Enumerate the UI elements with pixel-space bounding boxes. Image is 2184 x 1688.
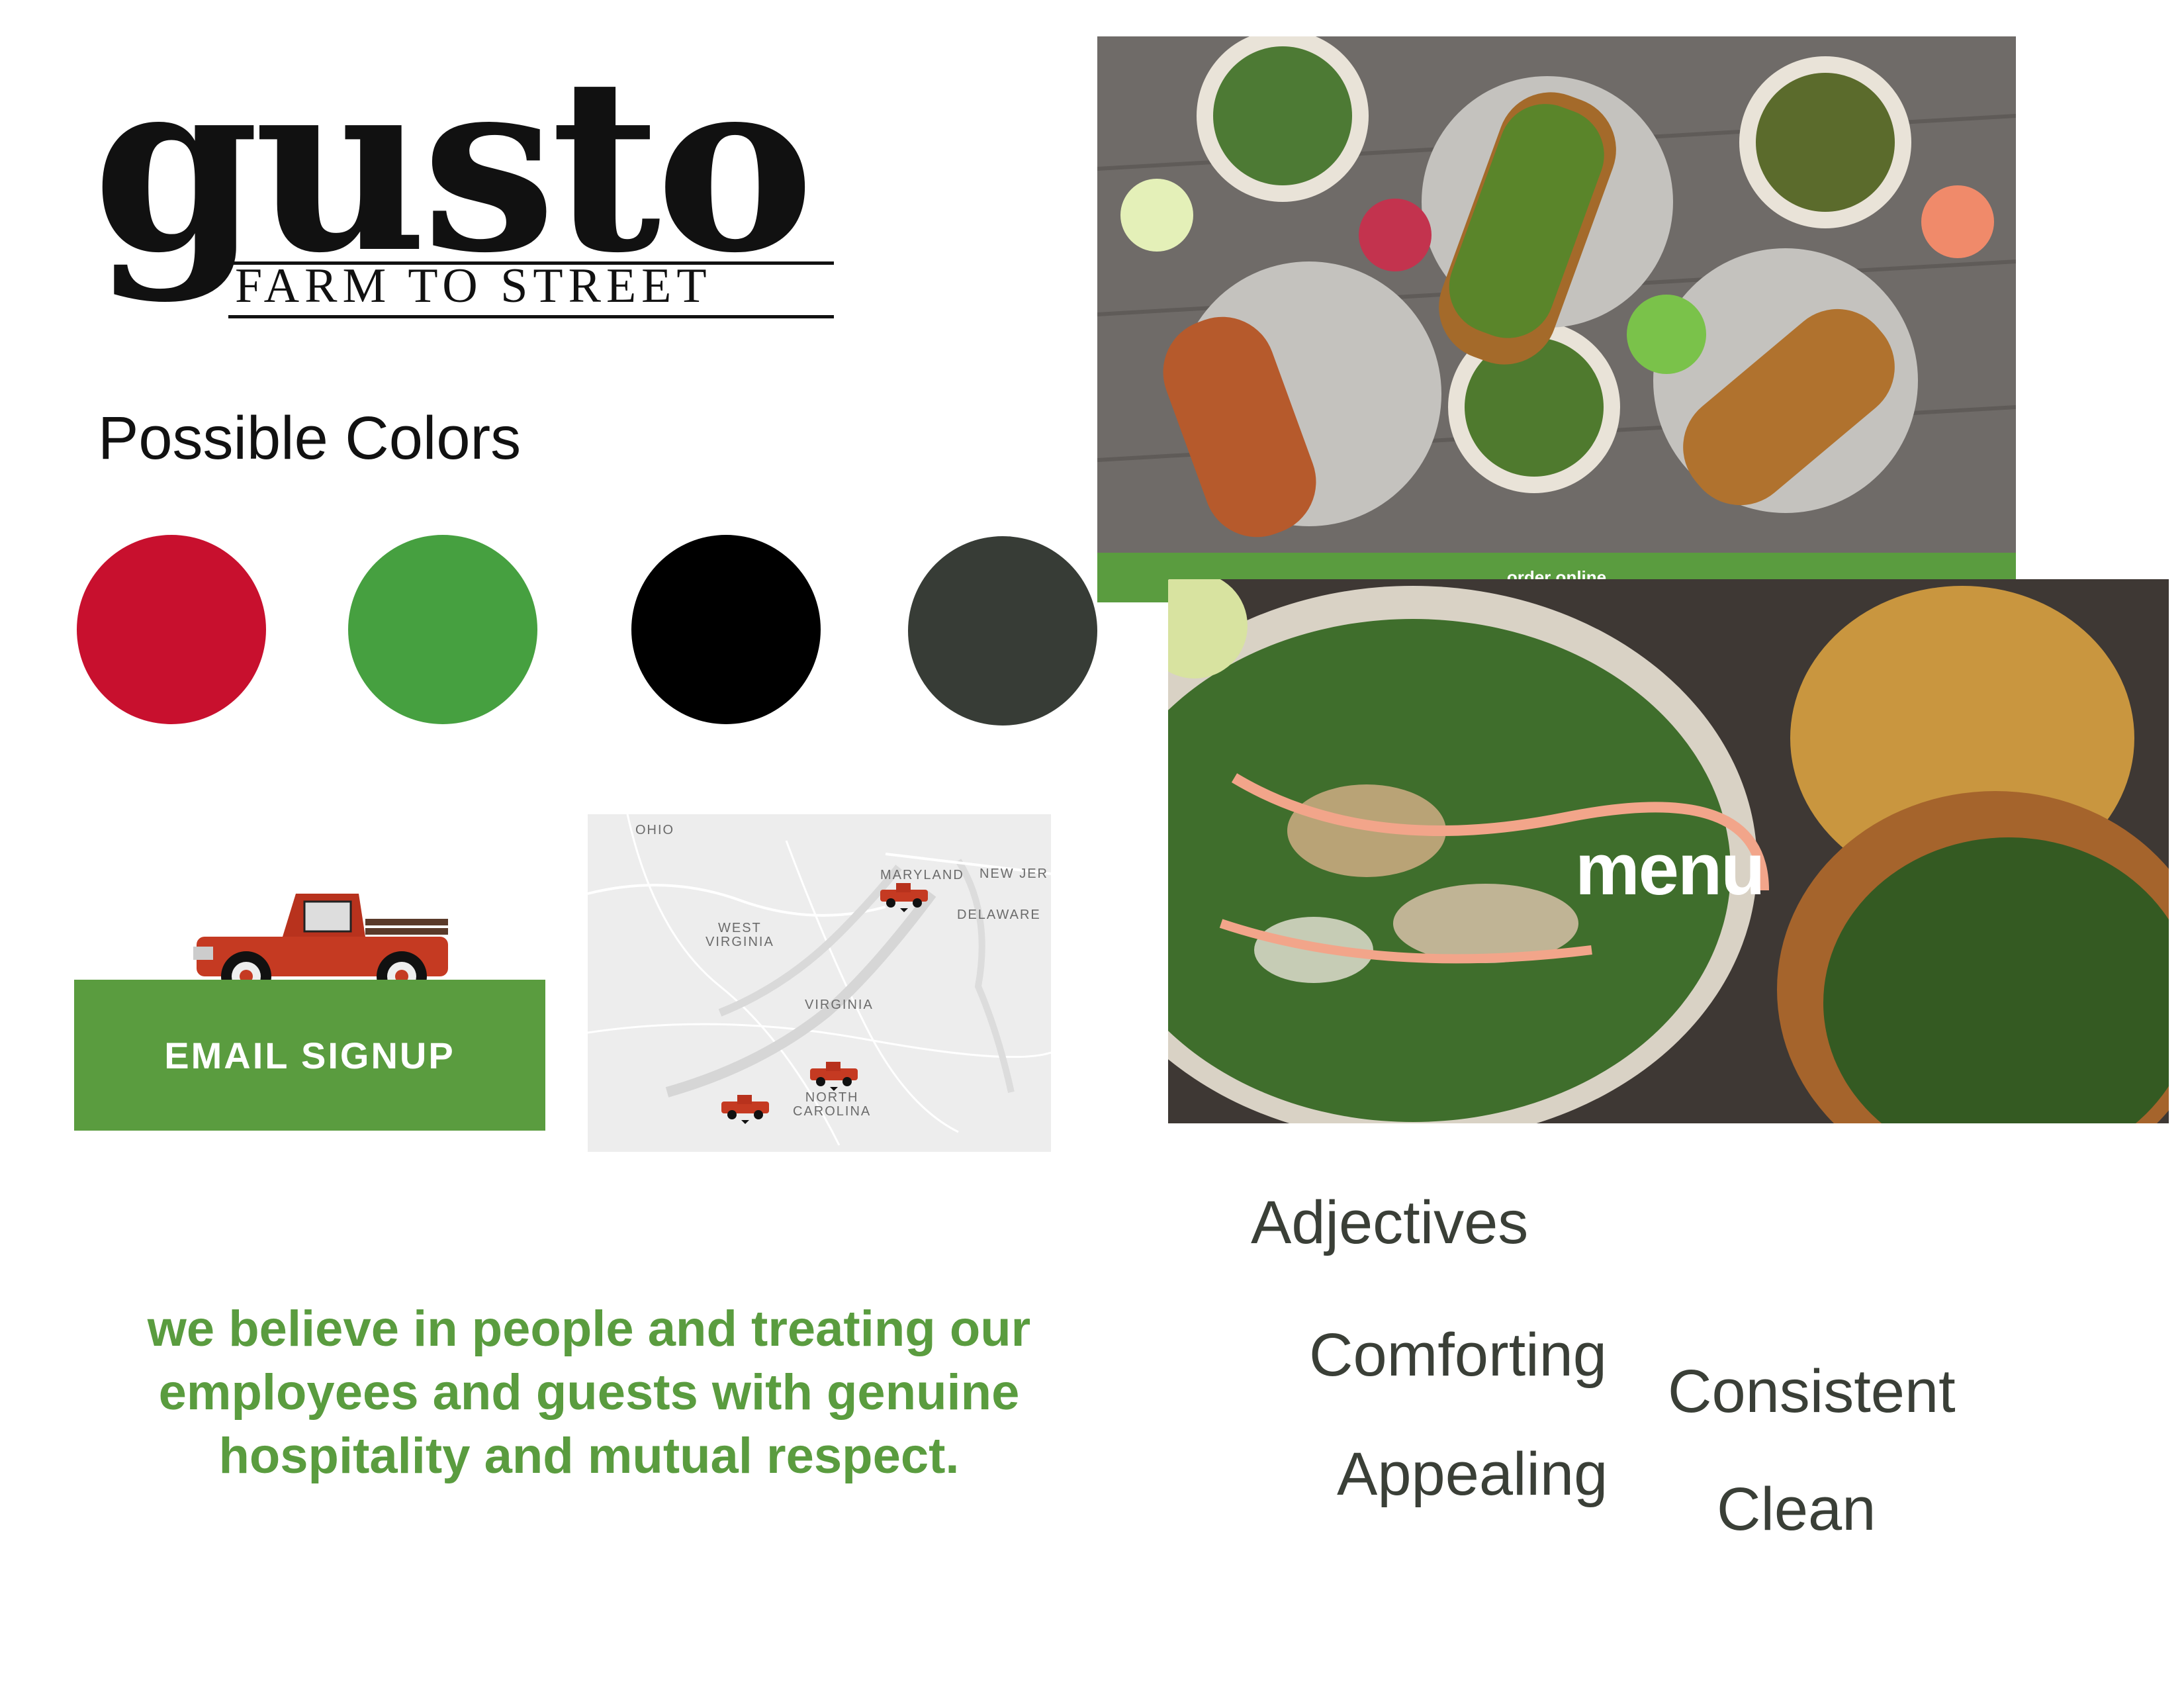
adjective-consistent: Consistent [1668,1358,1956,1425]
map-label-north-carolina: NORTH CAROLINA [793,1091,871,1119]
email-signup-button[interactable]: EMAIL SIGNUP [74,980,545,1131]
adjective-comforting: Comforting [1309,1321,1607,1389]
map-label-north-carolina-line2: CAROLINA [793,1104,872,1119]
menu-link[interactable]: menu [1575,827,1765,912]
adjectives-title: Adjectives [1251,1189,1529,1256]
map-label-new-jersey: NEW JER [979,867,1048,881]
truck-marker-icon[interactable] [719,1092,772,1124]
color-swatch-green [348,535,537,724]
map-label-north-carolina-line1: NORTH [805,1090,859,1105]
map-label-delaware: DELAWARE [957,908,1041,922]
food-table-image [1097,36,2016,553]
values-statement: we believe in people and treating our em… [147,1301,1031,1484]
food-photo-order[interactable]: order online [1097,36,2016,602]
map-label-virginia: VIRGINIA [805,998,874,1012]
truck-marker-icon[interactable] [807,1059,860,1091]
adjective-clean: Clean [1717,1476,1876,1543]
food-photo-menu[interactable]: menu [1168,579,2169,1123]
map-label-west-virginia: WEST VIRGINIA [705,921,774,949]
color-swatch-charcoal [908,536,1097,726]
color-swatch-red [77,535,266,724]
email-signup-widget[interactable]: EMAIL SIGNUP [74,874,545,1132]
truck-marker-icon[interactable] [878,880,931,912]
map-label-west-virginia-line1: WEST [718,921,762,935]
colors-title: Possible Colors [98,404,522,472]
logo-tagline: FARM TO STREET [235,259,712,313]
color-swatch-black [631,535,821,724]
adjective-appealing: Appealing [1337,1440,1608,1508]
map-label-ohio: OHIO [635,823,675,837]
logo-wordmark: gusto [93,25,815,305]
locations-map[interactable]: OHIO MARYLAND NEW JER DELAWARE WEST VIRG… [588,814,1051,1152]
food-table-illustration [1097,36,2016,553]
logo-rule-bottom [228,315,834,318]
map-label-west-virginia-line2: VIRGINIA [705,935,774,949]
gusto-logo: gusto FARM TO STREET [93,46,834,324]
